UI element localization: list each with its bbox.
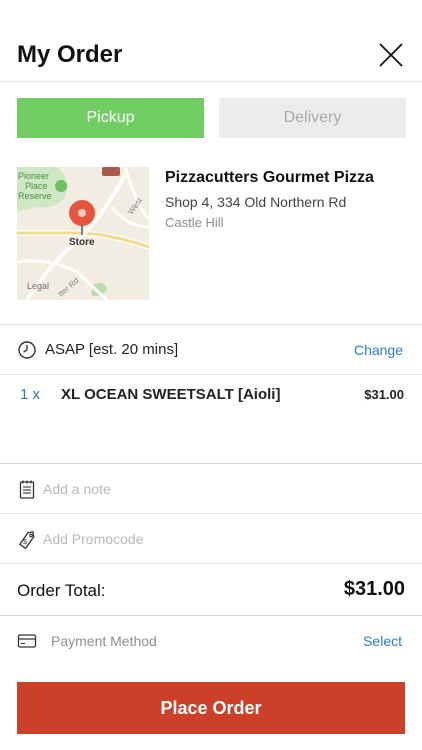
payment-method-row[interactable]: Payment Method Select <box>0 616 422 666</box>
store-info: Pioneer Place Reserve West tter Rd Legal S… <box>0 155 422 325</box>
store-address: Shop 4, 334 Old Northern Rd <box>165 194 347 210</box>
close-icon[interactable] <box>378 42 404 68</box>
store-map[interactable]: Pioneer Place Reserve West tter Rd Legal S… <box>17 167 149 300</box>
map-pin-label: Store <box>69 237 95 248</box>
promo-tag-icon: $ <box>18 531 35 549</box>
item-quantity: 1 x <box>20 386 41 403</box>
pickup-tab-label: Pickup <box>86 109 135 126</box>
promocode-input[interactable]: Add Promocode <box>43 531 143 547</box>
map-legal-label[interactable]: Legal <box>27 281 49 291</box>
order-total-value: $31.00 <box>343 578 405 600</box>
order-total-label: Order Total: <box>17 581 106 600</box>
notepad-icon <box>19 480 35 499</box>
delivery-tab-label: Delivery <box>283 109 342 126</box>
store-name: Pizzacutters Gourmet Pizza <box>165 169 374 186</box>
store-suburb: Castle Hill <box>165 215 224 230</box>
place-order-button[interactable]: Place Order <box>17 682 405 734</box>
page-title: My Order <box>17 41 123 68</box>
change-time-link[interactable]: Change <box>354 342 403 358</box>
item-price: $31.00 <box>364 387 404 402</box>
clock-icon <box>18 341 36 359</box>
park-tree-icon <box>55 180 67 192</box>
order-item-row[interactable]: 1 x XL OCEAN SWEETSALT [Aioli] $31.00 <box>0 375 422 464</box>
payment-method-label: Payment Method <box>51 633 157 649</box>
item-name: XL OCEAN SWEETSALT [Aioli] <box>61 386 281 403</box>
pickup-time-text: ASAP [est. 20 mins] <box>45 341 179 358</box>
order-total-row: Order Total: $31.00 <box>0 564 422 616</box>
pickup-time-row: ASAP [est. 20 mins] Change <box>0 325 422 375</box>
credit-card-icon <box>17 634 37 648</box>
svg-text:$: $ <box>23 539 27 546</box>
map-graphic: Pioneer Place Reserve West tter Rd Legal S… <box>17 167 149 300</box>
add-promocode-row[interactable]: $ Add Promocode <box>0 514 422 564</box>
add-note-row[interactable]: Add a note <box>0 464 422 514</box>
note-input[interactable]: Add a note <box>43 481 111 497</box>
select-payment-link[interactable]: Select <box>363 633 402 649</box>
delivery-tab[interactable]: Delivery <box>219 98 406 138</box>
pickup-tab[interactable]: Pickup <box>17 98 204 138</box>
header: My Order <box>0 0 422 82</box>
